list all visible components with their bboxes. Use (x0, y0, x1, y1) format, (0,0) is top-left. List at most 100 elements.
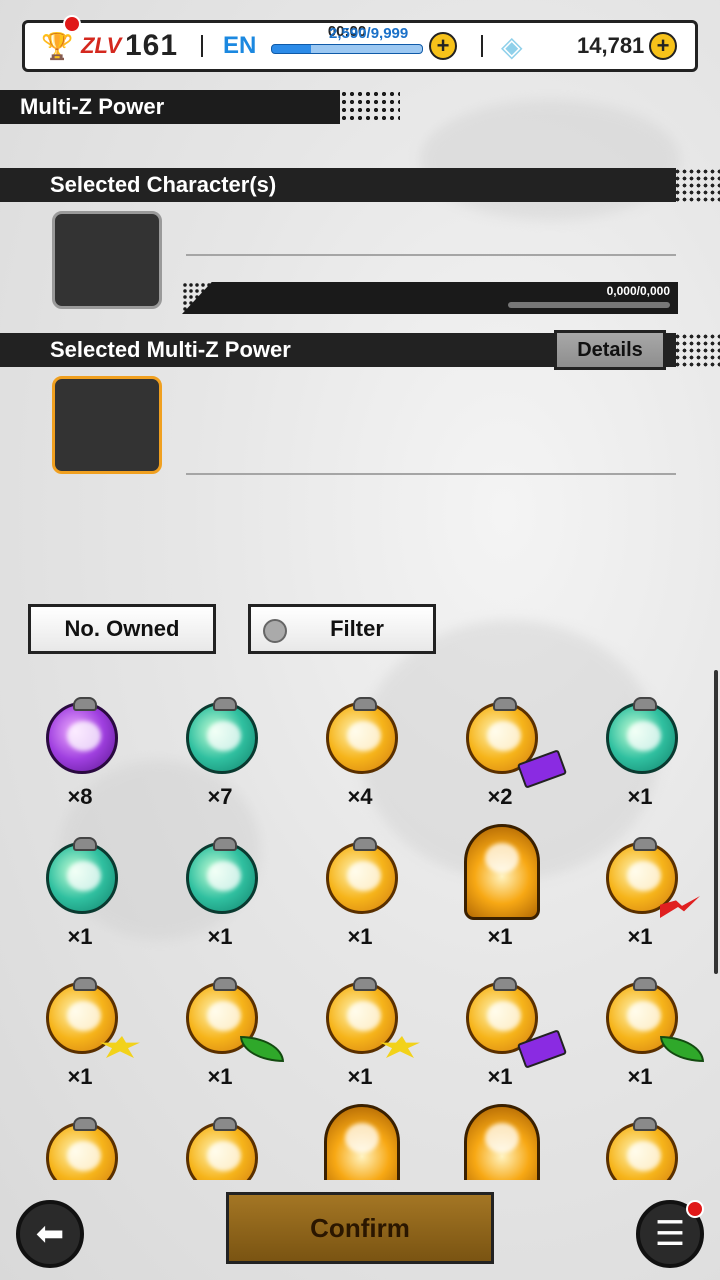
crystal-icon: ◈ (501, 30, 523, 62)
z-power-orb-icon (464, 1104, 540, 1180)
z-power-orb-icon (326, 697, 398, 774)
z-power-item[interactable]: ×1 (10, 960, 150, 1100)
item-count: ×1 (347, 924, 373, 949)
item-count: ×8 (67, 784, 93, 809)
z-power-orb-icon (46, 1117, 118, 1180)
z-power-orb-icon (186, 1117, 258, 1180)
orb-cap (633, 977, 657, 991)
halftone-decoration (674, 168, 720, 202)
z-power-orb-icon (606, 1117, 678, 1180)
orb-cap (353, 837, 377, 851)
crystal-add-button[interactable]: + (649, 23, 677, 69)
hamburger-menu-icon: ☰ (654, 1215, 686, 1253)
z-power-item[interactable]: ×1 (570, 820, 710, 960)
z-power-item[interactable]: ×1 (290, 960, 430, 1100)
energy-meter: 00:00 2,590/9,999 (271, 23, 423, 69)
z-power-orb-icon (186, 697, 258, 774)
details-button[interactable]: Details (554, 330, 666, 370)
divider-line (186, 254, 676, 256)
z-power-item[interactable]: ×1 (430, 960, 570, 1100)
z-power-orb-icon (464, 824, 540, 920)
z-power-orb-icon (326, 837, 398, 914)
leaf-badge-icon (240, 1036, 284, 1062)
item-count: ×1 (627, 924, 653, 949)
item-count: ×1 (207, 924, 233, 949)
player-level: 161 (125, 29, 179, 62)
progress-text: 0,000/0,000 (606, 284, 670, 298)
item-count: ×1 (627, 784, 653, 809)
z-power-item[interactable]: ×1 (150, 820, 290, 960)
item-count: ×1 (347, 1064, 373, 1089)
z-power-item[interactable] (150, 1100, 290, 1180)
z-power-item[interactable] (10, 1100, 150, 1180)
character-slot[interactable] (52, 211, 162, 309)
z-power-item[interactable]: ×1 (570, 960, 710, 1100)
z-power-item[interactable]: ×1 (570, 680, 710, 820)
orb-cap (633, 697, 657, 711)
plus-icon: + (649, 32, 677, 60)
halftone-decoration (182, 282, 472, 314)
z-power-orb-icon (46, 837, 118, 914)
z-power-orb-icon (606, 697, 678, 774)
sort-button[interactable]: No. Owned (28, 604, 216, 654)
item-count: ×1 (207, 1064, 233, 1089)
orb-cap (213, 977, 237, 991)
notification-dot (63, 15, 81, 33)
crystal-count: 14,781 (577, 33, 645, 58)
orb-cap (73, 1117, 97, 1131)
orb-cap (73, 837, 97, 851)
z-power-item[interactable]: ×1 (10, 820, 150, 960)
z-power-orb-icon (324, 1104, 400, 1180)
energy-label: EN (223, 32, 257, 59)
orb-cap (493, 697, 517, 711)
orb-cap (73, 977, 97, 991)
leaf-badge-icon (660, 1036, 704, 1062)
power-slot[interactable] (52, 376, 162, 474)
item-count: ×1 (67, 924, 93, 949)
back-button[interactable]: ⬅ (16, 1200, 84, 1268)
energy-value: 2,590/9,999 (329, 25, 409, 42)
back-arrow-icon: ⬅ (35, 1215, 65, 1253)
confirm-button[interactable]: Confirm (226, 1192, 494, 1264)
item-count: ×1 (487, 924, 513, 949)
halftone-decoration (674, 333, 720, 367)
z-power-orb-icon (186, 837, 258, 914)
z-power-item[interactable] (290, 1100, 430, 1180)
item-count: ×1 (67, 1064, 93, 1089)
z-power-item[interactable]: ×4 (290, 680, 430, 820)
item-count: ×1 (627, 1064, 653, 1089)
orb-cap (493, 977, 517, 991)
z-power-item[interactable] (570, 1100, 710, 1180)
orb-cap (213, 697, 237, 711)
z-power-item[interactable]: ×1 (290, 820, 430, 960)
halftone-decoration (332, 90, 400, 124)
divider (481, 35, 483, 57)
energy-add-button[interactable]: + (429, 23, 457, 69)
filter-button[interactable]: Filter (248, 604, 436, 654)
character-progress: 0,000/0,000 (182, 282, 678, 314)
z-power-item[interactable]: ×1 (150, 960, 290, 1100)
z-power-item[interactable]: ×8 (10, 680, 150, 820)
item-count: ×4 (347, 784, 373, 809)
progress-bar (508, 302, 670, 308)
z-power-item[interactable]: ×7 (150, 680, 290, 820)
divider-line (186, 473, 676, 475)
z-power-orb-icon (46, 697, 118, 774)
z-power-item[interactable]: ×1 (430, 820, 570, 960)
divider (201, 35, 203, 57)
z-power-item[interactable]: ×2 (430, 680, 570, 820)
item-count: ×2 (487, 784, 513, 809)
plus-icon: + (429, 32, 457, 60)
page-title: Multi-Z Power (0, 90, 340, 124)
orb-cap (633, 837, 657, 851)
scrollbar[interactable] (714, 670, 718, 974)
item-count: ×1 (487, 1064, 513, 1089)
status-bar: 🏆 ZLV 161 EN 00:00 2,590/9,999 + ◈ 14,78… (22, 15, 698, 72)
filter-label: Filter (330, 616, 384, 641)
z-power-item[interactable] (430, 1100, 570, 1180)
item-grid: ×8 ×7 ×4 ×2 ×1 ×1 ×1 ×1 ×1 ×1 ×1 ×1 ×1 ×1 ×1 (10, 680, 710, 1180)
selected-characters-header: Selected Character(s) (0, 168, 676, 202)
item-count: ×7 (207, 784, 233, 809)
orb-cap (73, 697, 97, 711)
orb-cap (633, 1117, 657, 1131)
